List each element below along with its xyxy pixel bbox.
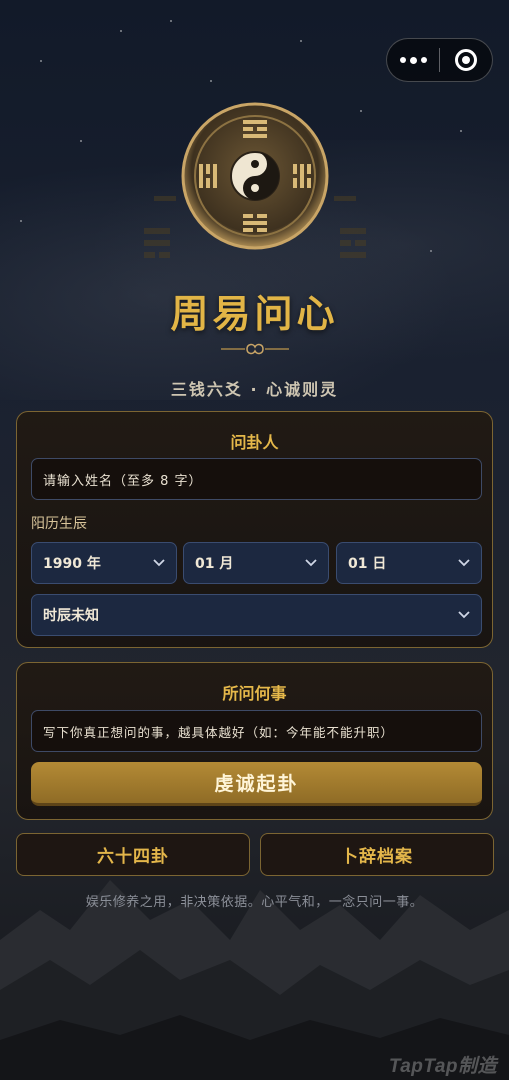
name-input[interactable]: 请输入姓名（至多 8 字）	[31, 458, 482, 500]
disclaimer-text: 娱乐修养之用，非决策依据。心平气和，一念只问一事。	[85, 895, 424, 910]
question-card-title: 所问何事	[222, 684, 287, 703]
sixty-four-hexagrams-button[interactable]: 六十四卦	[16, 833, 250, 876]
divination-archive-button[interactable]: 卜辞档案	[260, 833, 494, 876]
birth-hour-select[interactable]: 时辰未知	[31, 594, 482, 636]
birth-date-label: 阳历生辰	[31, 516, 87, 532]
chevron-down-icon	[458, 559, 470, 567]
day-select-value: 01 日	[348, 556, 387, 572]
asker-card: 问卦人 请输入姓名（至多 8 字） 阳历生辰 1990 年 01 月 01 日 …	[16, 411, 493, 648]
page-subtitle: 三钱六爻 · 心诚则灵	[170, 380, 339, 399]
target-circle-icon[interactable]	[440, 39, 492, 81]
cloud-ornament-icon	[221, 343, 289, 355]
year-select[interactable]: 1990 年	[31, 542, 177, 584]
more-dots-icon[interactable]	[387, 39, 439, 81]
month-select-value: 01 月	[195, 556, 234, 572]
asker-card-title: 问卦人	[230, 433, 279, 452]
cast-hexagram-button[interactable]: 虔诚起卦	[31, 762, 482, 806]
taptap-watermark: TapTap制造	[388, 1056, 497, 1077]
day-select[interactable]: 01 日	[336, 542, 482, 584]
page-title: 周易问心	[170, 292, 339, 336]
month-select[interactable]: 01 月	[183, 542, 329, 584]
chevron-down-icon	[305, 559, 317, 567]
chevron-down-icon	[458, 611, 470, 619]
question-card: 所问何事 写下你真正想问的事，越具体越好（如：今年能不能升职） 虔诚起卦	[16, 662, 493, 820]
birth-hour-select-value: 时辰未知	[43, 608, 99, 624]
question-input[interactable]: 写下你真正想问的事，越具体越好（如：今年能不能升职）	[31, 710, 482, 752]
year-select-value: 1990 年	[43, 556, 101, 572]
chevron-down-icon	[153, 559, 165, 567]
mini-program-capsule	[386, 38, 493, 82]
bagua-yin-yang-icon	[144, 102, 366, 258]
